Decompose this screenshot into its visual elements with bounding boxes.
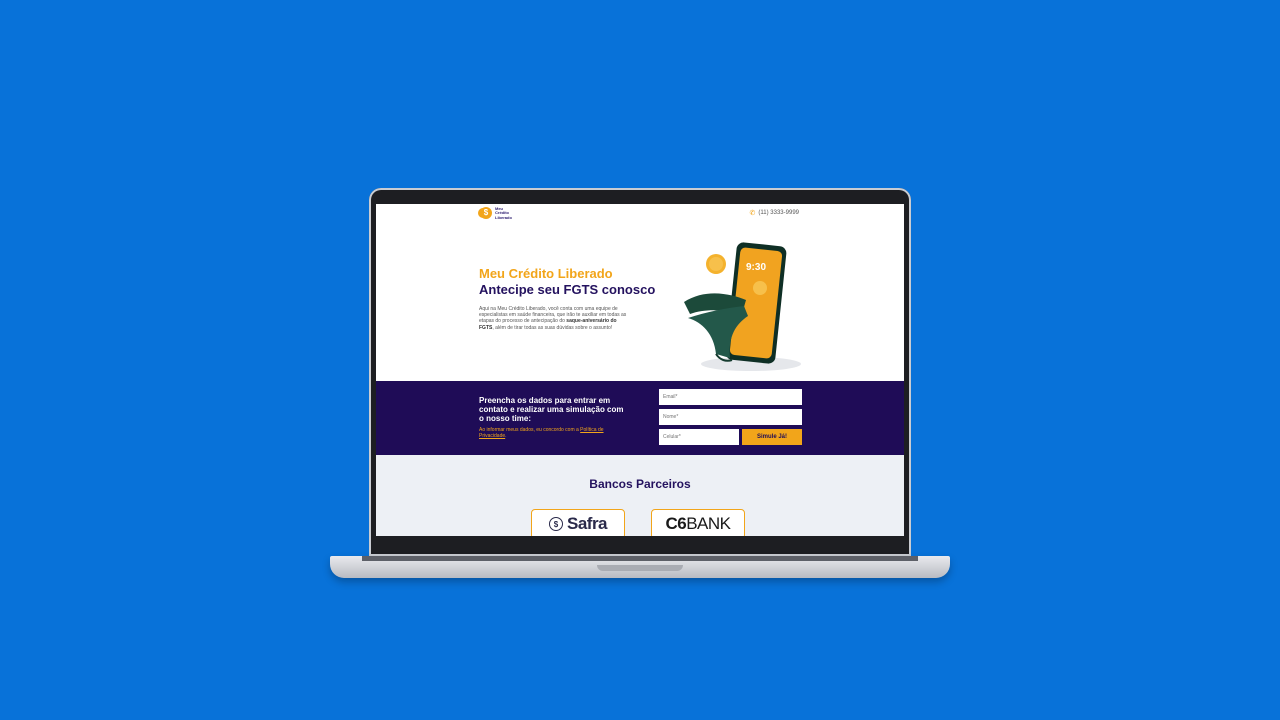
phone-icon: ✆ — [749, 210, 756, 217]
header-phone[interactable]: ✆ (11) 3333-9999 — [750, 209, 799, 217]
hero-title: Antecipe seu FGTS conosco — [479, 282, 656, 297]
dollar-coin-icon: $ — [480, 207, 492, 220]
form-title: Preencha os dados para entrar em contato… — [479, 396, 624, 423]
laptop-hinge — [362, 556, 918, 561]
hero-section: Meu Crédito Liberado Antecipe seu FGTS c… — [376, 222, 904, 381]
privacy-note: Ao informar meus dados, eu concordo com … — [479, 427, 604, 439]
email-field[interactable] — [659, 389, 802, 405]
lead-form-section: Preencha os dados para entrar em contato… — [376, 381, 904, 455]
bank-name: Safra — [566, 514, 608, 533]
partners-title: Bancos Parceiros — [589, 477, 691, 491]
name-field[interactable] — [659, 409, 802, 425]
site-logo[interactable]: $ Meu Crédito Liberado — [480, 206, 512, 220]
laptop-notch — [597, 565, 683, 571]
partners-section: Bancos Parceiros $ Safra C6BANK — [376, 455, 904, 536]
logo-text: Meu Crédito Liberado — [495, 206, 512, 220]
bank-name: C6BANK — [665, 514, 731, 533]
svg-text:9:30: 9:30 — [746, 262, 766, 273]
laptop-screen: $ Meu Crédito Liberado ✆ (11) 3333-9999 … — [376, 204, 904, 536]
phone-number: (11) 3333-9999 — [758, 210, 799, 216]
hero-title-brand: Meu Crédito Liberado — [479, 266, 613, 281]
phone-field[interactable] — [659, 429, 739, 445]
safra-icon: $ — [548, 517, 563, 531]
phone-money-illustration: 9:30 — [684, 242, 801, 371]
hero-description: Aqui na Meu Crédito Liberado, você conta… — [479, 306, 627, 331]
bank-card-safra[interactable]: $ Safra — [531, 509, 625, 536]
site-header: $ Meu Crédito Liberado ✆ (11) 3333-9999 — [376, 204, 904, 223]
simulate-button[interactable]: Simule Já! — [742, 429, 802, 445]
bank-card-c6[interactable]: C6BANK — [651, 509, 745, 536]
